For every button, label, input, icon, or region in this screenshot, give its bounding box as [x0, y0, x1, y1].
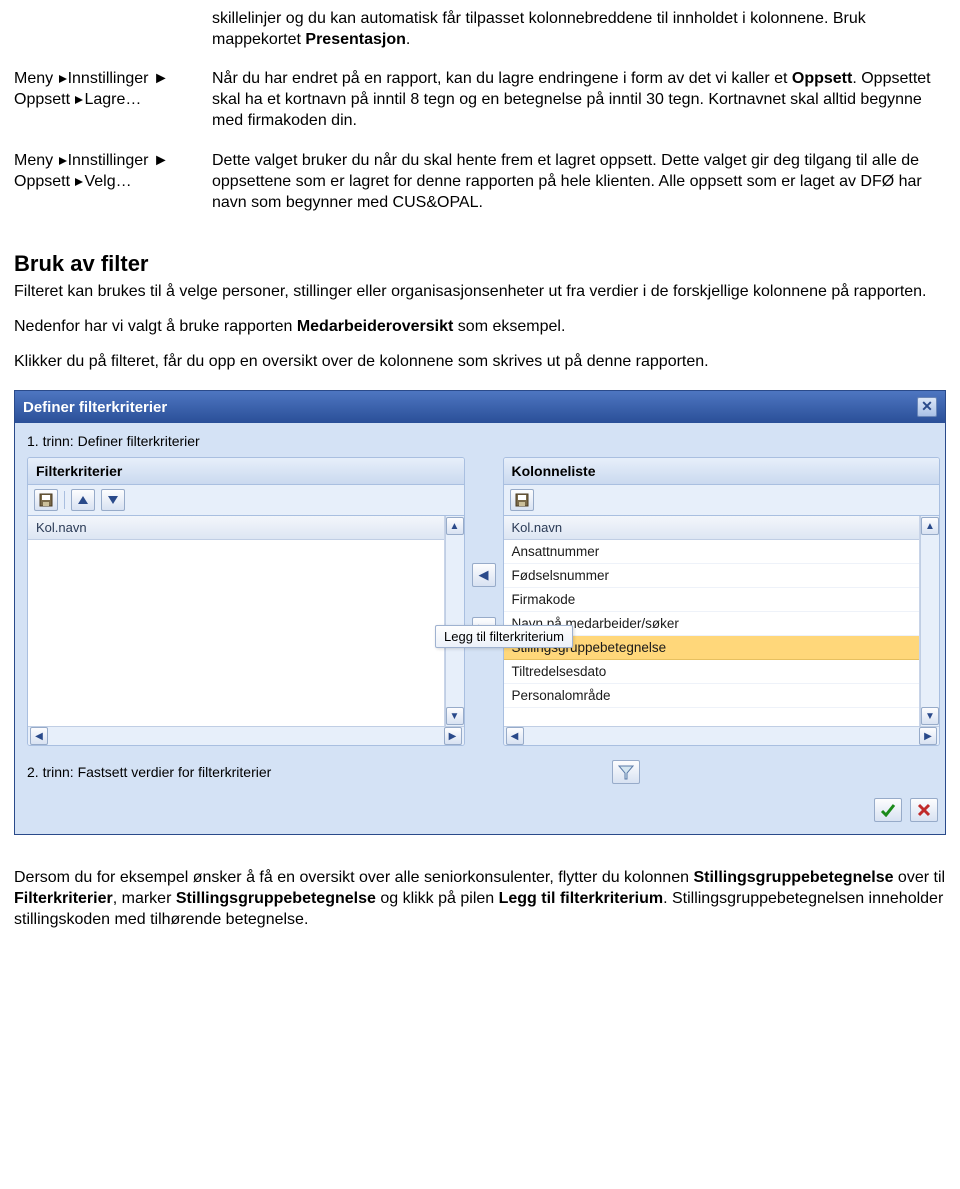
menu-text: Oppsett	[14, 173, 74, 190]
panel-title-right: Kolonneliste	[504, 458, 940, 485]
menu-text: Lagre…	[84, 91, 141, 108]
menu-row-velg: Meny Innstillinger ► Oppsett Velg… Dette…	[14, 150, 946, 213]
scroll-right-icon[interactable]: ▶	[919, 727, 937, 745]
left-list-area: Kol.navn ▲ ▼	[28, 516, 464, 726]
dialog-title: Definer filterkriterier	[23, 399, 167, 416]
text: , marker	[113, 890, 176, 907]
add-criterion-button[interactable]: ◀	[472, 563, 496, 587]
bold: Legg til filterkriterium	[499, 890, 663, 907]
scroll-down-icon[interactable]: ▼	[921, 707, 939, 725]
text: Nedenfor har vi valgt å bruke rapporten	[14, 318, 297, 335]
separator	[64, 491, 65, 509]
filter-dialog: Definer filterkriterier ✕ 1. trinn: Defi…	[14, 390, 946, 835]
description-lagre: Når du har endret på en rapport, kan du …	[212, 68, 946, 131]
bold: Stillingsgruppebetegnelse	[693, 869, 893, 886]
list-item[interactable]: Personalområde	[504, 684, 920, 708]
move-buttons: ◀ ▶	[469, 457, 499, 746]
menu-text: Innstillinger ►	[68, 70, 169, 87]
bold: Medarbeideroversikt	[297, 318, 454, 335]
text: over til	[893, 869, 945, 886]
right-list-area: Kol.navn AnsattnummerFødselsnummerFirmak…	[504, 516, 940, 726]
list-item[interactable]: Tiltredelsesdato	[504, 660, 920, 684]
right-list[interactable]: Kol.navn AnsattnummerFødselsnummerFirmak…	[504, 516, 921, 726]
filter-criteria-panel: Filterkriterier Kol.navn	[27, 457, 465, 746]
dialog-titlebar[interactable]: Definer filterkriterier ✕	[15, 391, 945, 423]
menu-path-velg: Meny Innstillinger ► Oppsett Velg…	[14, 150, 212, 213]
bold: Filterkriterier	[14, 890, 113, 907]
menu-text: Oppsett	[14, 91, 74, 108]
menu-text: Velg…	[84, 173, 131, 190]
list-item[interactable]: Ansattnummer	[504, 540, 920, 564]
right-hscrollbar[interactable]: ◀ ▶	[504, 726, 940, 745]
filter-paragraph-3: Klikker du på filteret, får du opp en ov…	[14, 351, 946, 372]
column-list-panel: Kolonneliste Kol.navn AnsattnummerFødsel…	[503, 457, 941, 746]
dialog-body: 1. trinn: Definer filterkriterier Filter…	[15, 423, 945, 834]
triangle-play-icon	[74, 173, 84, 190]
cancel-button[interactable]	[910, 798, 938, 822]
left-toolbar	[28, 485, 464, 516]
scroll-left-icon[interactable]: ◀	[506, 727, 524, 745]
description-velg: Dette valget bruker du når du skal hente…	[212, 150, 946, 213]
triangle-play-icon	[58, 152, 68, 169]
text: Når du har endret på en rapport, kan du …	[212, 70, 792, 87]
bold: Stillingsgruppebetegnelse	[176, 890, 376, 907]
scroll-right-icon[interactable]: ▶	[444, 727, 462, 745]
scroll-left-icon[interactable]: ◀	[30, 727, 48, 745]
step2-row: 2. trinn: Fastsett verdier for filterkri…	[27, 760, 940, 784]
text: Dersom du for eksempel ønsker å få en ov…	[14, 869, 693, 886]
menu-row-lagre: Meny Innstillinger ► Oppsett Lagre… Når …	[14, 68, 946, 131]
save-icon[interactable]	[510, 489, 534, 511]
triangle-play-icon	[74, 91, 84, 108]
menu-text: Meny	[14, 152, 58, 169]
right-vscrollbar[interactable]: ▲ ▼	[920, 516, 939, 726]
triangle-play-icon	[58, 70, 68, 87]
footer-paragraph: Dersom du for eksempel ønsker å få en ov…	[14, 867, 946, 930]
filter-paragraph-1: Filteret kan brukes til å velge personer…	[14, 281, 946, 302]
move-up-icon[interactable]	[71, 489, 95, 511]
confirm-button[interactable]	[874, 798, 902, 822]
text: og klikk på pilen	[376, 890, 499, 907]
scroll-down-icon[interactable]: ▼	[446, 707, 464, 725]
list-item[interactable]: Fødselsnummer	[504, 564, 920, 588]
filter-funnel-icon[interactable]	[612, 760, 640, 784]
scroll-up-icon[interactable]: ▲	[446, 517, 464, 535]
intro-bold: Presentasjon	[305, 31, 405, 48]
column-header[interactable]: Kol.navn	[504, 516, 920, 540]
step1-label: 1. trinn: Definer filterkriterier	[27, 433, 940, 449]
scroll-up-icon[interactable]: ▲	[921, 517, 939, 535]
intro-paragraph: skillelinjer og du kan automatisk får ti…	[212, 8, 946, 50]
column-header[interactable]: Kol.navn	[28, 516, 444, 540]
left-vscrollbar[interactable]: ▲ ▼	[445, 516, 464, 726]
intro-text-after: .	[406, 31, 410, 48]
save-icon[interactable]	[34, 489, 58, 511]
text: som eksempel.	[453, 318, 565, 335]
panels-container: Filterkriterier Kol.navn	[27, 457, 940, 746]
bold: Oppsett	[792, 70, 852, 87]
move-down-icon[interactable]	[101, 489, 125, 511]
right-items: AnsattnummerFødselsnummerFirmakodeNavn p…	[504, 540, 920, 708]
left-hscrollbar[interactable]: ◀ ▶	[28, 726, 464, 745]
list-item[interactable]: Firmakode	[504, 588, 920, 612]
tooltip-add-criterion: Legg til filterkriterium	[435, 625, 573, 648]
menu-path-lagre: Meny Innstillinger ► Oppsett Lagre…	[14, 68, 212, 131]
right-toolbar	[504, 485, 940, 516]
panel-title-left: Filterkriterier	[28, 458, 464, 485]
step2-label: 2. trinn: Fastsett verdier for filterkri…	[27, 764, 271, 780]
section-title: Bruk av filter	[14, 251, 946, 277]
left-list[interactable]: Kol.navn	[28, 516, 445, 726]
dialog-actions	[27, 798, 940, 822]
close-icon[interactable]: ✕	[917, 397, 937, 417]
filter-paragraph-2: Nedenfor har vi valgt å bruke rapporten …	[14, 316, 946, 337]
menu-text: Innstillinger ►	[68, 152, 169, 169]
menu-text: Meny	[14, 70, 58, 87]
